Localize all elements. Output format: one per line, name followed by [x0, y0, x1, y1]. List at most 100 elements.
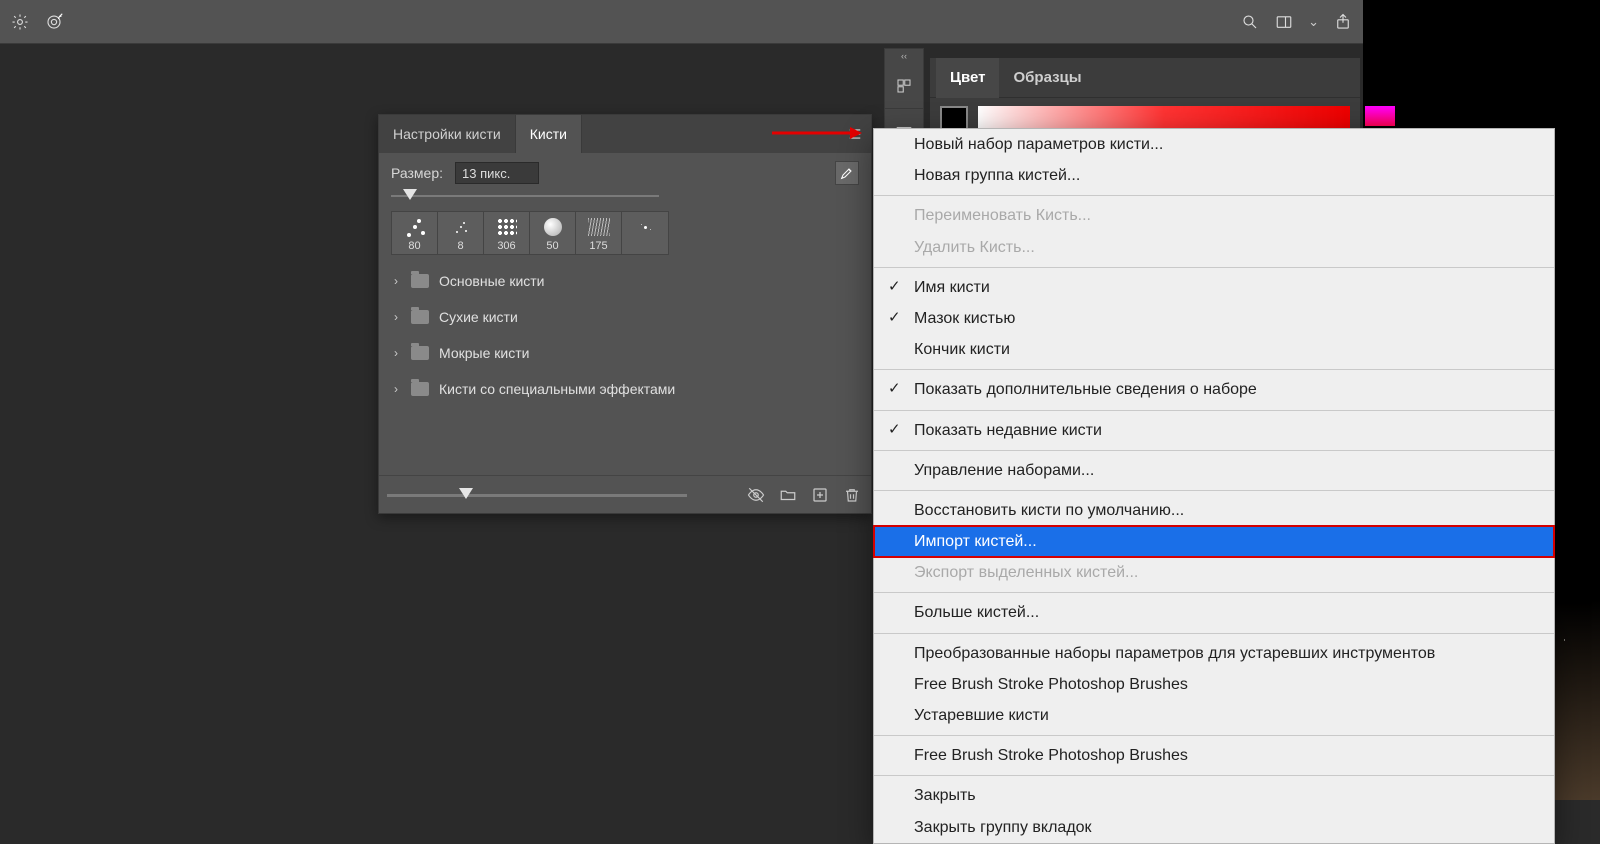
brush-size-input[interactable]	[455, 162, 539, 184]
recent-brush[interactable]: 50	[530, 212, 576, 254]
hue-bar[interactable]	[1365, 106, 1395, 126]
check-icon: ✓	[888, 276, 901, 298]
menu-item[interactable]: Free Brush Stroke Photoshop Brushes	[874, 669, 1554, 700]
menu-item[interactable]: Новый набор параметров кисти...	[874, 129, 1554, 160]
recent-brush[interactable]: 80	[392, 212, 438, 254]
menu-separator	[874, 592, 1554, 593]
target-icon[interactable]	[44, 12, 64, 32]
share-icon[interactable]	[1333, 12, 1353, 32]
panel-tabs: Настройки кисти Кисти	[379, 115, 871, 153]
search-icon[interactable]	[1240, 12, 1260, 32]
menu-item-label: Новая группа кистей...	[914, 167, 1080, 184]
menu-item[interactable]: Импорт кистей...	[874, 526, 1554, 557]
folder-label: Кисти со специальными эффектами	[439, 381, 675, 397]
workspace-icon[interactable]	[1274, 12, 1294, 32]
chevron-right-icon: ›	[391, 346, 401, 360]
brushes-flyout-menu: Новый набор параметров кисти... Новая гру…	[873, 128, 1555, 844]
color-spectrum[interactable]	[978, 106, 1350, 128]
menu-separator	[874, 267, 1554, 268]
menu-item-label: Экспорт выделенных кистей...	[914, 564, 1138, 581]
recent-brush[interactable]: 306	[484, 212, 530, 254]
panel-flyout-menu-icon[interactable]	[839, 115, 871, 153]
gear-icon[interactable]	[10, 12, 30, 32]
brush-folder[interactable]: › Кисти со специальными эффектами	[391, 371, 859, 407]
menu-item[interactable]: Восстановить кисти по умолчанию...	[874, 495, 1554, 526]
tab-brush-settings[interactable]: Настройки кисти	[379, 115, 516, 153]
menu-item: Экспорт выделенных кистей...	[874, 557, 1554, 588]
menu-item[interactable]: Закрыть	[874, 780, 1554, 811]
brush-folder[interactable]: › Основные кисти	[391, 263, 859, 299]
recent-brushes: 80830650175	[391, 211, 669, 255]
menu-item[interactable]: Новая группа кистей...	[874, 160, 1554, 191]
chevron-down-icon[interactable]: ⌄	[1308, 14, 1319, 30]
folder-icon[interactable]	[777, 484, 799, 506]
folder-icon	[411, 310, 429, 324]
tab-color[interactable]: Цвет	[936, 58, 999, 98]
recent-brush[interactable]: 8	[438, 212, 484, 254]
brush-folders: › Основные кисти › Сухие кисти › Мокрые кисти…	[391, 263, 859, 407]
live-tip-preview-button[interactable]	[835, 161, 859, 185]
menu-item[interactable]: Преобразованные наборы параметров для ус…	[874, 638, 1554, 669]
menu-item-label: Free Brush Stroke Photoshop Brushes	[914, 747, 1188, 764]
folder-label: Основные кисти	[439, 273, 545, 289]
brush-folder[interactable]: › Мокрые кисти	[391, 335, 859, 371]
menu-item-label: Показать недавние кисти	[914, 422, 1102, 439]
menu-separator	[874, 775, 1554, 776]
folder-label: Сухие кисти	[439, 309, 518, 325]
panel-footer	[379, 475, 871, 513]
menu-item-label: Закрыть группу вкладок	[914, 819, 1092, 836]
recent-brush[interactable]	[622, 212, 668, 254]
chevron-right-icon: ›	[391, 274, 401, 288]
menu-item-label: Мазок кистью	[914, 310, 1015, 327]
brush-folder[interactable]: › Сухие кисти	[391, 299, 859, 335]
menu-item[interactable]: ✓ Показать недавние кисти	[874, 415, 1554, 446]
menu-separator	[874, 735, 1554, 736]
menu-item[interactable]: Кончик кисти	[874, 334, 1554, 365]
menu-item[interactable]: Закрыть группу вкладок	[874, 812, 1554, 843]
menu-item-label: Закрыть	[914, 787, 976, 804]
menu-item-label: Преобразованные наборы параметров для ус…	[914, 645, 1435, 662]
new-preset-icon[interactable]	[809, 484, 831, 506]
menu-separator	[874, 195, 1554, 196]
menu-item-label: Имя кисти	[914, 279, 990, 296]
menu-item-label: Кончик кисти	[914, 341, 1010, 358]
menu-separator	[874, 369, 1554, 370]
menu-item[interactable]: ✓ Показать дополнительные сведения о набо…	[874, 374, 1554, 405]
menu-item[interactable]: Больше кистей...	[874, 597, 1554, 628]
check-icon: ✓	[888, 307, 901, 329]
menu-item[interactable]: ✓ Имя кисти	[874, 272, 1554, 303]
menu-item: Удалить Кисть...	[874, 232, 1554, 263]
folder-label: Мокрые кисти	[439, 345, 529, 361]
menu-item: Переименовать Кисть...	[874, 200, 1554, 231]
menu-separator	[874, 633, 1554, 634]
chevron-right-icon: ›	[391, 382, 401, 396]
menu-item[interactable]: Free Brush Stroke Photoshop Brushes	[874, 740, 1554, 771]
menu-separator	[874, 410, 1554, 411]
menu-item-label: Больше кистей...	[914, 604, 1039, 621]
menu-item-label: Восстановить кисти по умолчанию...	[914, 502, 1184, 519]
collapse-arrows-icon[interactable]: ‹‹	[885, 51, 923, 61]
menu-item-label: Переименовать Кисть...	[914, 207, 1091, 224]
size-label: Размер:	[391, 165, 443, 181]
check-icon: ✓	[888, 378, 901, 400]
menu-item-label: Новый набор параметров кисти...	[914, 136, 1163, 153]
menu-item-label: Показать дополнительные сведения о набор…	[914, 381, 1257, 398]
dock-slot-1[interactable]	[885, 63, 923, 109]
menu-item-label: Удалить Кисть...	[914, 239, 1035, 256]
visibility-toggle-icon[interactable]	[745, 484, 767, 506]
menu-separator	[874, 490, 1554, 491]
brush-size-slider[interactable]	[391, 189, 859, 203]
app-top-bar: ⌄	[0, 0, 1363, 44]
menu-item[interactable]: Управление наборами...	[874, 455, 1554, 486]
trash-icon[interactable]	[841, 484, 863, 506]
menu-separator	[874, 450, 1554, 451]
menu-item-label: Устаревшие кисти	[914, 707, 1049, 724]
tab-swatches[interactable]: Образцы	[999, 58, 1095, 98]
tab-brushes[interactable]: Кисти	[516, 115, 582, 153]
recent-brush[interactable]: 175	[576, 212, 622, 254]
menu-item[interactable]: ✓ Мазок кистью	[874, 303, 1554, 334]
check-icon: ✓	[888, 419, 901, 441]
thumbnail-size-slider[interactable]	[387, 488, 687, 502]
menu-item[interactable]: Устаревшие кисти	[874, 700, 1554, 731]
chevron-right-icon: ›	[391, 310, 401, 324]
